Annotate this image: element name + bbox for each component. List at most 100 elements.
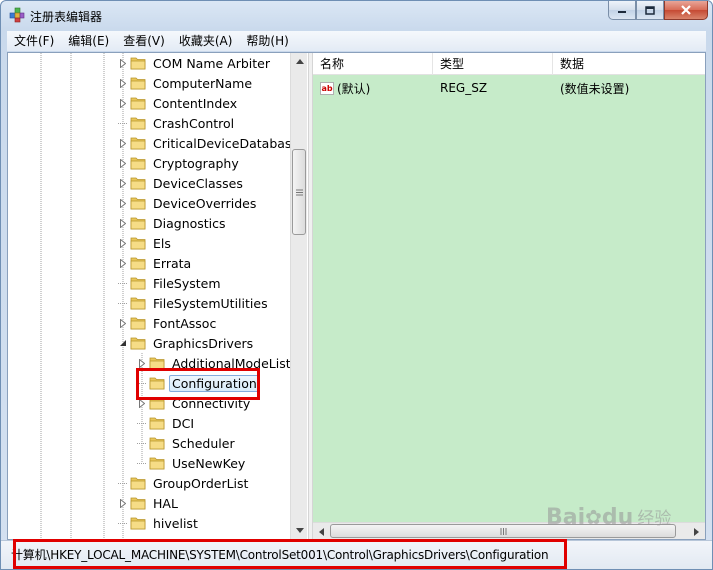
key-tree-pane[interactable]: COM Name Arbiter ComputerName ContentIndex… <box>8 53 310 539</box>
grip-icon <box>295 189 303 195</box>
tree-item[interactable]: FileSystemUtilities <box>118 293 271 313</box>
expand-arrow-icon[interactable] <box>118 158 127 168</box>
arrow-up-icon <box>295 59 304 64</box>
tree-item-label: DeviceClasses <box>153 175 243 191</box>
tree-item[interactable]: ComputerName <box>118 73 255 93</box>
folder-icon <box>130 56 146 70</box>
tree-item[interactable]: DCI <box>137 413 197 433</box>
tree-item[interactable]: Diagnostics <box>118 213 229 233</box>
expand-arrow-icon[interactable] <box>118 98 127 108</box>
expand-arrow-icon[interactable] <box>118 498 127 508</box>
tree-item[interactable]: ContentIndex <box>118 93 240 113</box>
tree-item-label: COM Name Arbiter <box>153 55 271 71</box>
tree-item[interactable]: COM Name Arbiter <box>118 53 273 73</box>
value-data: (数值未设置) <box>560 81 630 96</box>
tree-item-label: FileSystem <box>153 275 221 291</box>
tree-item[interactable]: Cryptography <box>118 153 242 173</box>
tree-connector <box>118 299 127 308</box>
tree-item-label: Els <box>153 235 171 251</box>
tree-item-label: CriticalDeviceDatabase <box>153 135 300 151</box>
tree-item[interactable]: GroupOrderList <box>118 473 251 493</box>
tree-item-label: hivelist <box>153 515 198 531</box>
window-title: 注册表编辑器 <box>30 10 103 24</box>
highlight-box-configuration <box>136 368 260 400</box>
folder-icon <box>130 256 146 270</box>
minimize-button[interactable] <box>608 1 636 20</box>
maximize-button[interactable] <box>636 1 664 20</box>
tree-item[interactable]: GraphicsDrivers <box>118 333 256 353</box>
folder-icon <box>130 236 146 250</box>
tree-connector <box>118 279 127 288</box>
tree-item[interactable]: FontAssoc <box>118 313 219 333</box>
folder-icon <box>130 116 146 130</box>
tree-item-label: FontAssoc <box>153 315 217 331</box>
tree-item[interactable]: FileSystem <box>118 273 224 293</box>
tree-item[interactable]: UseNewKey <box>137 453 248 473</box>
string-value-icon: ab <box>320 81 334 95</box>
folder-icon <box>149 456 165 470</box>
tree-item-label: ComputerName <box>153 75 253 91</box>
expand-arrow-icon[interactable] <box>118 318 127 328</box>
tree-item[interactable]: CriticalDeviceDatabase <box>118 133 302 153</box>
tree-item-label: Errata <box>153 255 192 271</box>
folder-icon <box>130 276 146 290</box>
expand-arrow-icon[interactable] <box>137 358 146 368</box>
paw-icon: ✿ <box>585 505 602 529</box>
expand-arrow-icon[interactable] <box>118 198 127 208</box>
scroll-down-arrow[interactable] <box>291 522 308 539</box>
expand-arrow-icon[interactable] <box>118 258 127 268</box>
minimize-icon <box>618 11 626 13</box>
tree-item-label: CrashControl <box>153 115 235 131</box>
tree-item-label: GroupOrderList <box>153 475 249 491</box>
tree-item[interactable]: hivelist <box>118 513 201 533</box>
client-area: COM Name Arbiter ComputerName ContentIndex… <box>7 52 706 540</box>
tree-item[interactable]: DeviceOverrides <box>118 193 259 213</box>
tree-vertical-scrollbar[interactable] <box>290 53 307 539</box>
tree-item[interactable]: Errata <box>118 253 194 273</box>
expand-arrow-icon[interactable] <box>118 178 127 188</box>
tree-item[interactable]: HAL <box>118 493 181 513</box>
tree-connector <box>118 119 127 128</box>
folder-icon <box>130 136 146 150</box>
collapse-arrow-icon[interactable] <box>118 339 127 348</box>
menu-help[interactable]: 帮助(H) <box>239 32 295 50</box>
menu-edit[interactable]: 编辑(E) <box>61 32 116 50</box>
menu-bar: 文件(F) 编辑(E) 查看(V) 收藏夹(A) 帮助(H) <box>7 31 706 51</box>
highlight-box-status-path <box>13 539 567 569</box>
expand-arrow-icon[interactable] <box>118 58 127 68</box>
scroll-left-arrow[interactable] <box>313 523 330 540</box>
tree-item[interactable]: Els <box>118 233 174 253</box>
menu-file[interactable]: 文件(F) <box>7 32 61 50</box>
tree-connector <box>137 459 146 468</box>
tree-scroll-thumb[interactable] <box>292 149 306 235</box>
tree-item[interactable]: Scheduler <box>137 433 238 453</box>
column-type[interactable]: 类型 <box>433 53 553 75</box>
folder-icon <box>149 436 165 450</box>
column-data[interactable]: 数据 <box>553 53 705 75</box>
tree-connector <box>118 519 127 528</box>
tree-item[interactable]: DeviceClasses <box>118 173 246 193</box>
expand-arrow-icon[interactable] <box>118 78 127 88</box>
title-bar[interactable]: 注册表编辑器 <box>1 1 712 31</box>
tree-item[interactable]: CrashControl <box>118 113 237 133</box>
values-pane[interactable]: 名称 类型 数据 ab (默认) REG_SZ (数值未设置) <box>313 53 705 539</box>
scroll-up-arrow[interactable] <box>291 53 308 70</box>
expand-arrow-icon[interactable] <box>118 238 127 248</box>
menu-favorites[interactable]: 收藏夹(A) <box>172 32 240 50</box>
column-name[interactable]: 名称 <box>313 53 433 75</box>
folder-icon <box>130 516 146 530</box>
value-row-default[interactable]: ab (默认) REG_SZ (数值未设置) <box>313 77 705 99</box>
menu-view[interactable]: 查看(V) <box>116 32 172 50</box>
expand-arrow-icon[interactable] <box>118 138 127 148</box>
close-button[interactable] <box>664 1 708 20</box>
tree-item-label: FileSystemUtilities <box>153 295 268 311</box>
expand-arrow-icon[interactable] <box>118 218 127 228</box>
values-column-header: 名称 类型 数据 <box>313 53 705 75</box>
arrow-left-icon <box>319 527 324 536</box>
folder-icon <box>130 316 146 330</box>
arrow-down-icon <box>295 528 304 533</box>
folder-icon <box>130 96 146 110</box>
tree-item-label: HAL <box>153 495 178 511</box>
tree-item-label: GraphicsDrivers <box>153 335 254 351</box>
folder-icon <box>130 156 146 170</box>
